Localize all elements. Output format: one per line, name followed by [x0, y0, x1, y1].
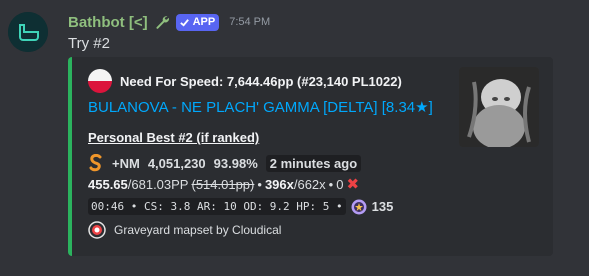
- fc-pp: (514.01pp): [191, 177, 255, 192]
- star-icon: [351, 199, 367, 214]
- checkmark-icon: [179, 18, 189, 27]
- score: 4,051,230: [147, 155, 206, 171]
- embed-author: Need For Speed: 7,644.46pp (#23,140 PL10…: [88, 69, 402, 93]
- miss-icon: ✖: [346, 176, 360, 193]
- app-badge: APP: [175, 13, 220, 31]
- bullet: •: [257, 177, 262, 192]
- favourite-count: 135: [371, 199, 394, 214]
- embed: Need For Speed: 7,644.46pp (#23,140 PL10…: [68, 57, 553, 256]
- footer-text: Graveyard mapset by Cloudical: [114, 223, 282, 237]
- app-badge-label: APP: [192, 16, 216, 28]
- map-stats-line: 00:46 • CS: 3.8 AR: 10 OD: 9.2 HP: 5 • 1…: [88, 198, 393, 215]
- max-pp: /681.03PP: [127, 177, 189, 192]
- misses: 0: [336, 177, 344, 192]
- osu-icon: [88, 221, 106, 239]
- pp: 455.65: [88, 177, 128, 192]
- wrench-icon: [155, 16, 169, 29]
- beatmap-thumbnail[interactable]: [459, 67, 539, 147]
- bullet: •: [328, 177, 334, 192]
- embed-title-link[interactable]: BULANOVA - NE PLACH' GAMMA [DELTA] [8.34…: [88, 98, 433, 116]
- accuracy: 93.98%: [213, 155, 258, 171]
- time-ago: 2 minutes ago: [265, 154, 362, 172]
- combo: 396x: [264, 177, 294, 192]
- message-content: Try #2: [68, 35, 110, 52]
- pp-combo-line: 455.65 /681.03PP (514.01pp) • 396x /662x…: [88, 177, 359, 192]
- poland-flag-icon: [88, 69, 112, 93]
- username[interactable]: Bathbot [<]: [68, 14, 148, 31]
- rank-s-icon: [89, 154, 102, 172]
- score-summary: +NM 4,051,230 93.98% 2 minutes ago: [88, 154, 362, 172]
- embed-author-text[interactable]: Need For Speed: 7,644.46pp (#23,140 PL10…: [120, 74, 402, 89]
- timestamp[interactable]: 7:54 PM: [229, 16, 270, 28]
- mods: +NM: [112, 155, 140, 171]
- embed-footer: Graveyard mapset by Cloudical: [88, 221, 281, 239]
- field-name: Personal Best #2 (if ranked): [88, 130, 260, 145]
- bot-avatar[interactable]: [8, 12, 48, 52]
- message-header: Bathbot [<] APP 7:54 PM: [68, 12, 270, 32]
- map-stats: 00:46 • CS: 3.8 AR: 10 OD: 9.2 HP: 5 •: [88, 198, 346, 215]
- max-combo: /662x: [293, 177, 326, 192]
